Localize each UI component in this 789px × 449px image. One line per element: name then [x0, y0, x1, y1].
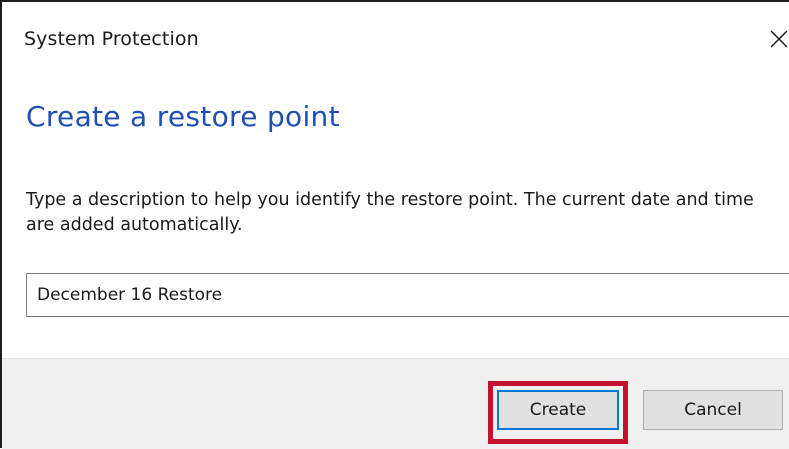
page-heading: Create a restore point: [26, 100, 340, 133]
description-text: Type a description to help you identify …: [26, 190, 754, 235]
window-title: System Protection: [24, 28, 199, 50]
system-protection-dialog: System Protection Create a restore point…: [0, 0, 789, 449]
close-button[interactable]: [762, 16, 789, 62]
close-icon: [770, 30, 788, 48]
cancel-button[interactable]: Cancel: [643, 390, 783, 430]
title-bar: System Protection: [2, 2, 789, 78]
create-button[interactable]: Create: [497, 390, 619, 430]
restore-point-description-input[interactable]: [26, 273, 789, 317]
